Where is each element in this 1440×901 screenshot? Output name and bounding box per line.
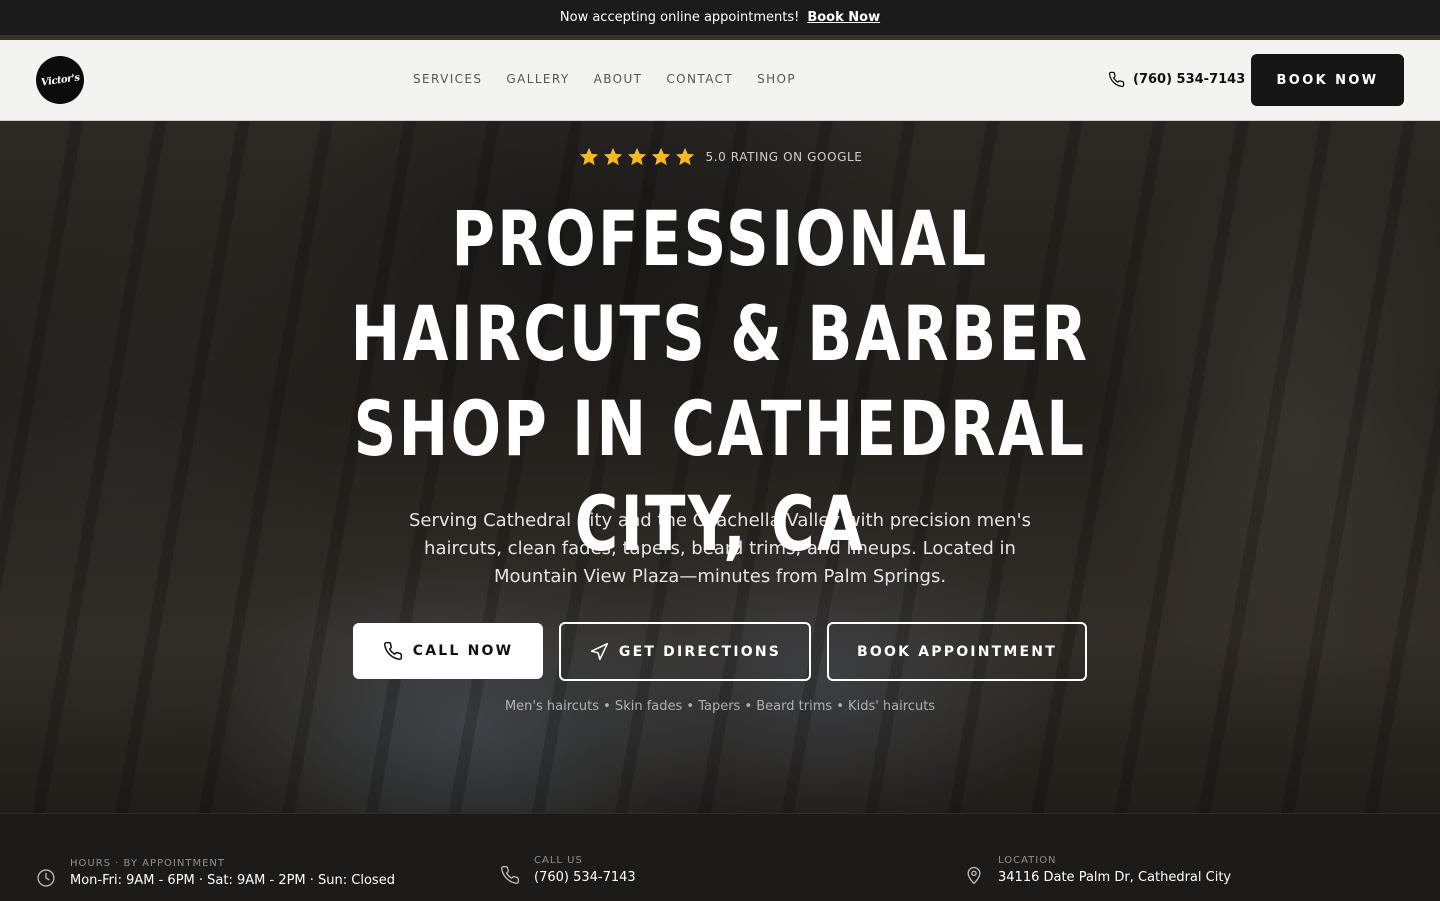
nav-item-contact[interactable]: CONTACT: [666, 72, 733, 86]
rating-text: 5.0 RATING ON GOOGLE: [705, 150, 863, 164]
book-appointment-label: BOOK APPOINTMENT: [857, 643, 1057, 660]
location-info[interactable]: LOCATION 34116 Date Palm Dr, Cathedral C…: [964, 855, 1231, 885]
location-label: LOCATION: [998, 855, 1057, 866]
nav-item-about[interactable]: ABOUT: [594, 72, 643, 86]
star-icon: [675, 147, 694, 166]
announcement-bar: Now accepting online appointments! Book …: [0, 0, 1440, 35]
get-directions-button[interactable]: GET DIRECTIONS: [559, 622, 811, 681]
phone-icon: [383, 641, 402, 660]
logo-text: Victor's: [40, 71, 80, 89]
service-tags: Men's haircuts • Skin fades • Tapers • B…: [504, 699, 936, 714]
site-header: Victor's SERVICES GALLERY ABOUT CONTACT …: [0, 40, 1440, 121]
header-phone-link[interactable]: (760) 534-7143: [1108, 71, 1245, 88]
call-value: (760) 534-7143: [534, 870, 636, 885]
star-icon: [603, 147, 622, 166]
hours-label: HOURS · BY APPOINTMENT: [70, 858, 225, 869]
announcement-text: Now accepting online appointments!: [559, 10, 800, 25]
map-pin-icon: [967, 866, 981, 885]
navigation-arrow-icon: [590, 642, 608, 660]
info-bar: HOURS · BY APPOINTMENT Mon-Fri: 9AM - 6P…: [0, 813, 1440, 901]
book-now-button[interactable]: BOOK NOW: [1251, 54, 1404, 106]
phone-icon: [1108, 71, 1125, 88]
nav-item-gallery[interactable]: GALLERY: [506, 72, 569, 86]
call-label: CALL US: [534, 855, 583, 866]
call-now-button[interactable]: CALL NOW: [353, 623, 543, 679]
nav-item-services[interactable]: SERVICES: [413, 72, 482, 86]
hours-info: HOURS · BY APPOINTMENT Mon-Fri: 9AM - 6P…: [36, 858, 395, 888]
star-icon: [579, 147, 598, 166]
star-icon: [651, 147, 670, 166]
main-nav: SERVICES GALLERY ABOUT CONTACT SHOP: [413, 72, 796, 86]
hero-section: 5.0 RATING ON GOOGLE PROFESSIONAL HAIRCU…: [0, 121, 1440, 813]
logo[interactable]: Victor's: [36, 56, 84, 104]
rating-stars: [578, 146, 696, 168]
call-now-label: CALL NOW: [412, 643, 514, 659]
header-phone-number: (760) 534-7143: [1133, 72, 1246, 87]
announcement-book-link[interactable]: Book Now: [807, 10, 880, 25]
star-icon: [627, 147, 646, 166]
hours-value: Mon-Fri: 9AM - 6PM · Sat: 9AM - 2PM · Su…: [70, 873, 395, 888]
hero-subtitle: Serving Cathedral City and the Coachella…: [409, 510, 1031, 587]
call-info[interactable]: CALL US (760) 534-7143: [500, 855, 636, 885]
get-directions-label: GET DIRECTIONS: [618, 643, 782, 660]
google-rating: 5.0 RATING ON GOOGLE: [0, 146, 1440, 168]
nav-item-shop[interactable]: SHOP: [757, 72, 796, 86]
location-value: 34116 Date Palm Dr, Cathedral City: [998, 870, 1232, 885]
clock-icon: [37, 869, 55, 887]
book-appointment-button[interactable]: BOOK APPOINTMENT: [827, 622, 1087, 681]
phone-icon: [501, 865, 520, 884]
